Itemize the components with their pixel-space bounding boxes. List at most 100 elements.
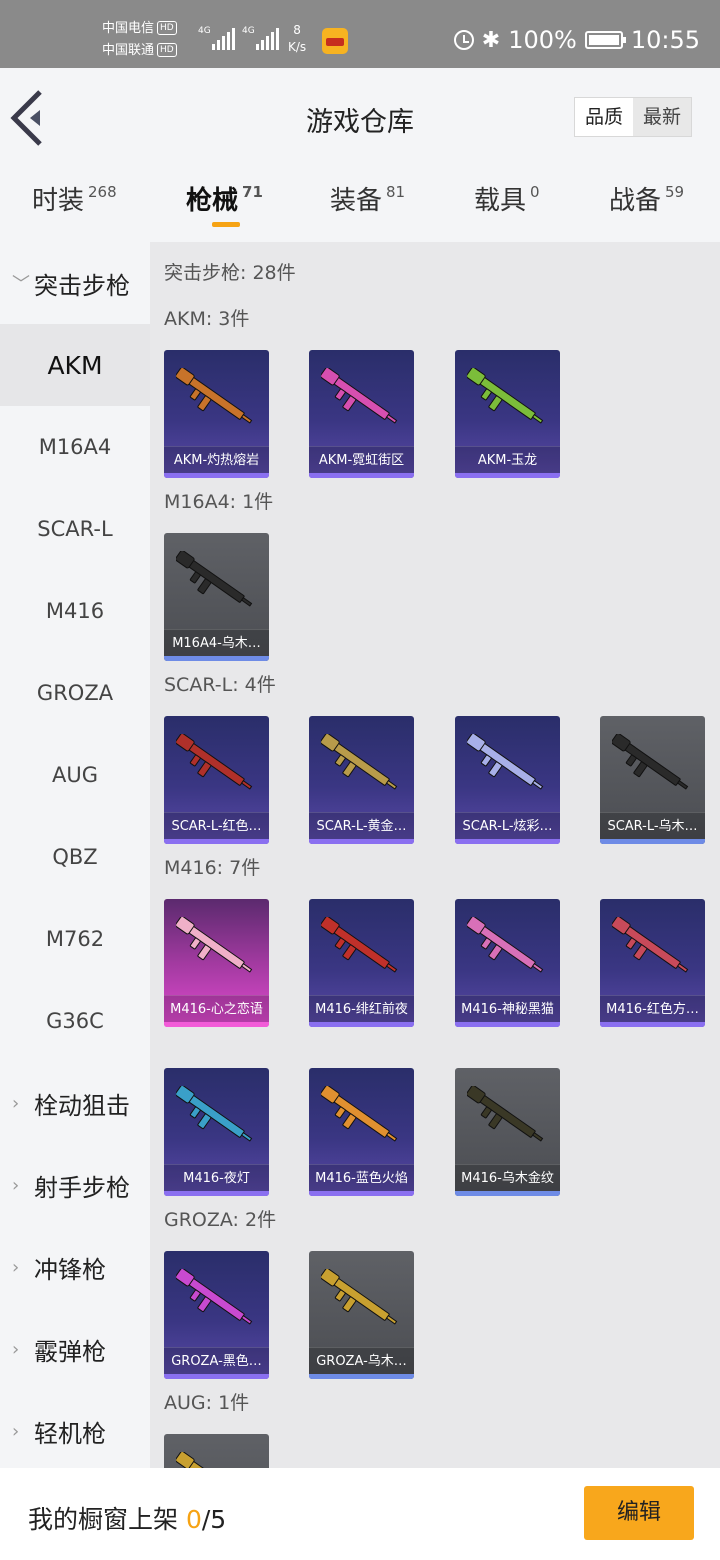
tab-equipment[interactable]: 装备 81 (330, 180, 405, 217)
rifle-icon (467, 1086, 544, 1142)
weapon-grid: 突击步枪: 28件 AKM: 3件 AKM-灼热熔岩 AKM-霓虹街区 AKM-玉龙 M… (150, 242, 720, 1468)
sidebar-item-label: 栓动狙击 (34, 1091, 130, 1120)
weapon-skin-card[interactable]: GROZA-乌木… (309, 1251, 414, 1379)
weapon-skin-card[interactable]: AUG (164, 1434, 269, 1468)
sidebar-group[interactable]: ﹀ 突击步枪 (0, 242, 150, 324)
rarity-bar (309, 839, 414, 844)
rarity-bar (164, 839, 269, 844)
weapon-skin-name: M416-绯红前夜 (309, 995, 414, 1022)
signal-icon (212, 28, 235, 50)
chevron-right-icon: › (12, 1338, 20, 1360)
sidebar-item[interactable]: M762 (0, 898, 150, 980)
weapon-skin-card[interactable]: AKM-玉龙 (455, 350, 560, 478)
clock: 10:55 (630, 26, 700, 54)
sidebar-item[interactable]: AUG (0, 734, 150, 816)
weapon-skin-name: SCAR-L-乌木… (600, 812, 705, 839)
battery-icon (584, 31, 626, 49)
hd-badge: HD (157, 21, 177, 35)
weapon-skin-card[interactable]: M416-绯红前夜 (309, 899, 414, 1027)
sidebar-group[interactable]: › 冲锋枪 (0, 1226, 150, 1308)
battery-percent: 100% (508, 26, 577, 54)
weapon-skin-name: M416-红色方… (600, 995, 705, 1022)
alarm-icon (453, 30, 474, 50)
status-bar: 中国电信 HD 中国联通 HD 4G 4G 8 K/s ✱ 100% 10:55 (0, 0, 720, 68)
rifle-icon (176, 734, 253, 790)
weapon-skin-name: M416-乌木金纹 (455, 1164, 560, 1191)
weapon-skin-name: M416-夜灯 (164, 1164, 269, 1191)
sidebar-item[interactable]: GROZA (0, 652, 150, 734)
rifle-icon (321, 917, 398, 973)
weapon-skin-name: AKM-玉龙 (455, 446, 560, 473)
sidebar-group[interactable]: › 栓动狙击 (0, 1062, 150, 1144)
rifle-icon (176, 917, 253, 973)
showcase-current-count: 0 (185, 1505, 202, 1534)
rifle-icon (321, 368, 398, 424)
sidebar-item[interactable]: M16A4 (0, 406, 150, 488)
sidebar-group[interactable]: › 轻机枪 (0, 1390, 150, 1472)
weapon-skin-name: M416-心之恋语 (164, 995, 269, 1022)
weapon-skin-card[interactable]: SCAR-L-乌木… (600, 716, 705, 844)
rifle-icon (321, 734, 398, 790)
sidebar-item[interactable]: M416 (0, 570, 150, 652)
weapon-skin-card[interactable]: SCAR-L-红色… (164, 716, 269, 844)
sidebar-item-label: GROZA (36, 681, 114, 705)
weapon-skin-card[interactable]: AKM-灼热熔岩 (164, 350, 269, 478)
weapon-skin-name: AKM-灼热熔岩 (164, 446, 269, 473)
category-summary: 突击步枪: 28件 (164, 262, 296, 284)
sidebar-item-label: SCAR-L (37, 517, 113, 541)
weapon-skin-card[interactable]: AKM-霓虹街区 (309, 350, 414, 478)
showcase-label: 我的橱窗上架 (28, 1505, 179, 1534)
weapon-skin-card[interactable]: M416-神秘黑猫 (455, 899, 560, 1027)
sidebar-group[interactable]: › 霰弹枪 (0, 1308, 150, 1390)
showcase-total-count: /5 (201, 1505, 227, 1534)
weapon-skin-name: M416-蓝色火焰 (309, 1164, 414, 1191)
sidebar-item[interactable]: SCAR-L (0, 488, 150, 570)
sidebar-item[interactable]: QBZ (0, 816, 150, 898)
rarity-bar (164, 1374, 269, 1379)
carrier-1: 中国电信 (102, 21, 155, 36)
weapon-skin-card[interactable]: SCAR-L-黄金… (309, 716, 414, 844)
rarity-bar (164, 1191, 269, 1196)
rifle-icon (176, 1269, 253, 1325)
sidebar-item-label: M416 (45, 599, 105, 623)
sort-quality-button[interactable]: 品质 (575, 98, 633, 136)
edit-button[interactable]: 编辑 (584, 1486, 694, 1540)
hd-badge: HD (157, 43, 177, 57)
tab-vehicles[interactable]: 载具 0 (474, 180, 540, 217)
sort-toggle: 品质 最新 (574, 97, 692, 137)
weapon-skin-card[interactable]: M16A4-乌木… (164, 533, 269, 661)
section-title: GROZA: 2件 (164, 1209, 277, 1231)
sidebar-item[interactable]: G36C (0, 980, 150, 1062)
sidebar-group[interactable]: › 射手步枪 (0, 1144, 150, 1226)
rarity-bar (455, 473, 560, 478)
chevron-right-icon: › (12, 1174, 20, 1196)
weapon-skin-card[interactable]: M416-心之恋语 (164, 899, 269, 1027)
rifle-icon (176, 1452, 245, 1468)
weapon-skin-card[interactable]: M416-蓝色火焰 (309, 1068, 414, 1196)
sidebar-item-label: 射手步枪 (34, 1173, 130, 1202)
sidebar-item-label: 霰弹枪 (34, 1337, 106, 1366)
rarity-bar (455, 1191, 560, 1196)
sidebar-item[interactable]: AKM (0, 324, 150, 406)
weapon-skin-card[interactable]: M416-乌木金纹 (455, 1068, 560, 1196)
weapon-skin-name: AKM-霓虹街区 (309, 446, 414, 473)
weapon-skin-card[interactable]: M416-红色方… (600, 899, 705, 1027)
header: 游戏仓库 品质 最新 (0, 68, 720, 170)
rifle-icon (321, 1086, 398, 1142)
weapon-skin-card[interactable]: SCAR-L-炫彩… (455, 716, 560, 844)
section-title: SCAR-L: 4件 (164, 674, 276, 696)
weapon-skin-card[interactable]: M416-夜灯 (164, 1068, 269, 1196)
tab-fashion[interactable]: 时装 268 (32, 180, 117, 217)
weapon-skin-name: GROZA-乌木… (309, 1347, 414, 1374)
weapon-skin-card[interactable]: GROZA-黑色… (164, 1251, 269, 1379)
rarity-bar (309, 473, 414, 478)
sidebar-item-label: G36C (46, 1009, 104, 1033)
tab-supplies[interactable]: 战备 59 (609, 180, 684, 217)
sort-newest-button[interactable]: 最新 (633, 98, 691, 136)
rarity-bar (455, 839, 560, 844)
weapon-skin-name: M16A4-乌木… (164, 629, 269, 656)
carrier-2: 中国联通 (102, 43, 155, 58)
tab-firearms[interactable]: 枪械 71 (186, 180, 263, 217)
sidebar-item-label: 轻机枪 (34, 1419, 106, 1448)
rarity-bar (309, 1022, 414, 1027)
